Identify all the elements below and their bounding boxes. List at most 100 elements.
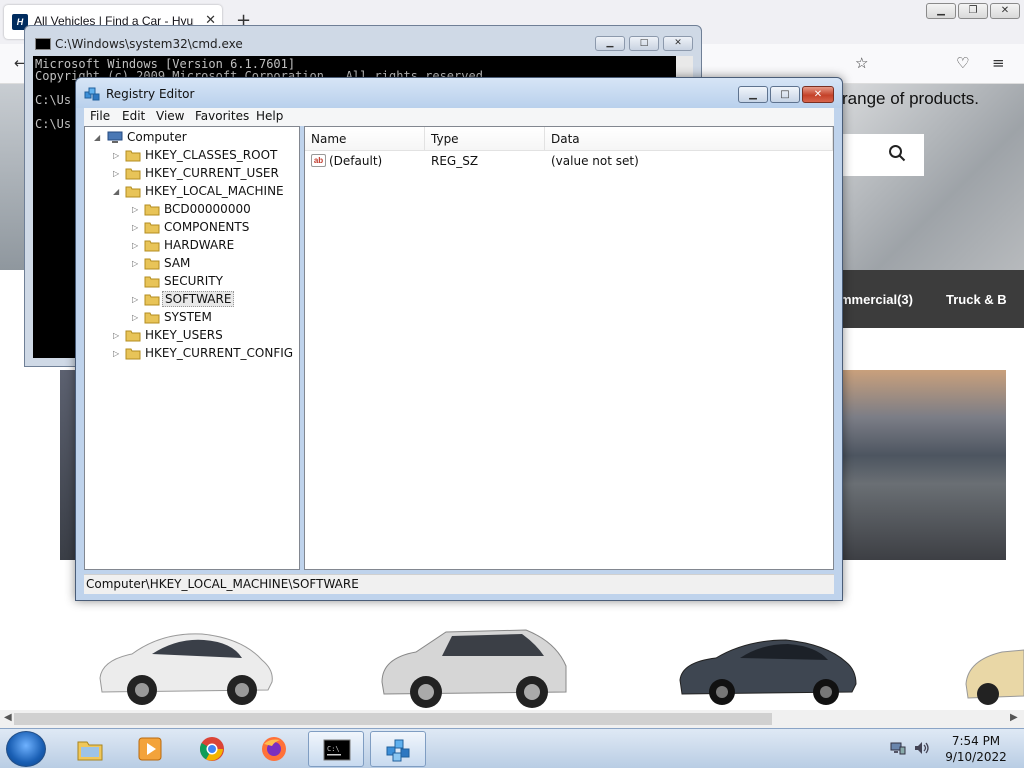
site-search-input[interactable] xyxy=(840,134,924,176)
volume-icon[interactable] xyxy=(914,741,930,755)
tree-item-hklm[interactable]: ◢ HKEY_LOCAL_MACHINE xyxy=(85,183,299,201)
clock-time[interactable]: 7:54 PM xyxy=(940,734,1012,748)
tree-item-components[interactable]: ▷ COMPONENTS xyxy=(85,219,299,237)
regedit-minimize-button[interactable]: ▁ xyxy=(738,86,768,103)
tree-item-system[interactable]: ▷ SYSTEM xyxy=(85,309,299,327)
regedit-maximize-button[interactable]: □ xyxy=(770,86,800,103)
tree-item-hardware[interactable]: ▷ HARDWARE xyxy=(85,237,299,255)
filter-truck[interactable]: Truck & B xyxy=(946,292,1007,307)
expand-icon[interactable]: ▷ xyxy=(132,223,140,232)
scroll-left-icon[interactable]: ◀ xyxy=(4,712,12,723)
taskbar-regedit[interactable] xyxy=(370,731,426,767)
horizontal-scrollbar[interactable]: ◀ ▶ xyxy=(0,710,1024,728)
browser-minimize-button[interactable]: ▁ xyxy=(926,3,956,19)
clock-date[interactable]: 9/10/2022 xyxy=(940,750,1012,764)
tree-label: COMPONENTS xyxy=(164,220,250,234)
search-icon[interactable] xyxy=(888,144,906,162)
tree-item-hkcc[interactable]: ▷ HKEY_CURRENT_CONFIG xyxy=(85,345,299,363)
menu-edit[interactable]: Edit xyxy=(122,109,145,123)
taskbar-explorer[interactable] xyxy=(62,731,118,767)
registry-editor-window[interactable]: Registry Editor ▁ □ ✕ File Edit View Fav… xyxy=(75,77,843,601)
folder-icon xyxy=(144,258,160,270)
expand-icon[interactable]: ▷ xyxy=(113,349,121,358)
tree-item-hkcu[interactable]: ▷ HKEY_CURRENT_USER xyxy=(85,165,299,183)
media-player-icon xyxy=(138,737,162,761)
pocket-icon[interactable]: ♡ xyxy=(956,54,969,72)
value-type: REG_SZ xyxy=(431,154,479,168)
chrome-icon xyxy=(199,737,224,761)
filter-commercial[interactable]: mmercial(3) xyxy=(840,292,913,307)
taskbar-chrome[interactable] xyxy=(184,731,240,767)
menu-view[interactable]: View xyxy=(156,109,184,123)
tree-item-hkcr[interactable]: ▷ HKEY_CLASSES_ROOT xyxy=(85,147,299,165)
tree-item-bcd[interactable]: ▷ BCD00000000 xyxy=(85,201,299,219)
browser-maximize-button[interactable]: ❐ xyxy=(958,3,988,19)
tree-label: HKEY_USERS xyxy=(145,328,223,342)
scroll-right-icon[interactable]: ▶ xyxy=(1010,712,1018,723)
folder-icon xyxy=(125,168,141,180)
vehicle-ioniq6-image[interactable] xyxy=(92,620,277,710)
registry-icon xyxy=(386,739,410,762)
expand-icon[interactable]: ▷ xyxy=(132,313,140,322)
tree-label: HARDWARE xyxy=(164,238,235,252)
registry-tree-pane[interactable]: ◢ Computer ▷ HKEY_CLASSES_ROOT ▷ HKEY_CU… xyxy=(84,126,300,570)
hero-heading: range of products. xyxy=(842,89,980,108)
expand-icon[interactable]: ▷ xyxy=(132,205,140,214)
computer-icon xyxy=(107,131,123,143)
menu-file[interactable]: File xyxy=(90,109,110,123)
folder-open-icon xyxy=(125,186,141,198)
folder-icon xyxy=(144,294,160,306)
firefox-icon xyxy=(262,737,286,761)
promo-banner-left xyxy=(60,370,76,560)
vehicle-sedan-dark-image[interactable] xyxy=(676,632,858,708)
browser-close-button[interactable]: ✕ xyxy=(990,3,1020,19)
expand-icon[interactable]: ▷ xyxy=(132,259,140,268)
vehicle-sonata-image[interactable] xyxy=(962,640,1024,706)
registry-editor-titlebar[interactable]: Registry Editor ▁ □ ✕ xyxy=(76,78,842,108)
tree-label: SECURITY xyxy=(164,274,223,288)
value-name[interactable]: (Default) xyxy=(329,154,382,168)
tree-item-security[interactable]: SECURITY xyxy=(85,273,299,291)
cmd-minimize-button[interactable]: ▁ xyxy=(595,36,625,51)
tree-item-sam[interactable]: ▷ SAM xyxy=(85,255,299,273)
taskbar-cmd[interactable]: C:\ xyxy=(308,731,364,767)
tree-label: Computer xyxy=(127,130,187,144)
start-button[interactable] xyxy=(6,731,46,767)
tree-label-selected: SOFTWARE xyxy=(162,291,235,307)
cmd-close-button[interactable]: ✕ xyxy=(663,36,693,51)
cmd-icon xyxy=(35,38,51,50)
column-header-type[interactable]: Type xyxy=(425,127,545,151)
tree-item-hku[interactable]: ▷ HKEY_USERS xyxy=(85,327,299,345)
expand-icon[interactable]: ▷ xyxy=(113,169,121,178)
status-path: Computer\HKEY_LOCAL_MACHINE\SOFTWARE xyxy=(86,577,359,591)
regedit-close-button[interactable]: ✕ xyxy=(802,86,834,103)
tree-item-computer[interactable]: ◢ Computer xyxy=(85,129,299,147)
folder-icon xyxy=(77,741,103,761)
collapse-icon[interactable]: ◢ xyxy=(94,133,102,142)
hamburger-menu-icon[interactable]: ≡ xyxy=(992,54,1005,72)
taskbar-firefox[interactable] xyxy=(246,731,302,767)
collapse-icon[interactable]: ◢ xyxy=(113,187,121,196)
menu-help[interactable]: Help xyxy=(256,109,283,123)
bookmark-star-icon[interactable]: ☆ xyxy=(855,54,868,72)
cmd-maximize-button[interactable]: □ xyxy=(629,36,659,51)
hero-image xyxy=(840,84,1024,270)
svg-text:C:\: C:\ xyxy=(327,745,340,753)
network-icon[interactable] xyxy=(890,741,906,755)
menu-favorites[interactable]: Favorites xyxy=(195,109,249,123)
expand-icon[interactable]: ▷ xyxy=(113,331,121,340)
expand-icon[interactable]: ▷ xyxy=(132,295,140,304)
tree-item-software[interactable]: ▷ SOFTWARE xyxy=(85,291,299,309)
tree-label: HKEY_LOCAL_MACHINE xyxy=(145,184,284,198)
hero-image-left xyxy=(0,84,26,270)
vehicle-ioniq5-image[interactable] xyxy=(376,622,571,712)
column-header-name[interactable]: Name xyxy=(305,127,425,151)
expand-icon[interactable]: ▷ xyxy=(113,151,121,160)
tree-label: SYSTEM xyxy=(164,310,212,324)
column-header-data[interactable]: Data xyxy=(545,127,833,151)
expand-icon[interactable]: ▷ xyxy=(132,241,140,250)
scroll-thumb[interactable] xyxy=(14,713,772,725)
value-data: (value not set) xyxy=(551,154,639,168)
registry-values-pane[interactable]: Name Type Data ab (Default) REG_SZ (valu… xyxy=(304,126,834,570)
taskbar-media-player[interactable] xyxy=(122,731,178,767)
